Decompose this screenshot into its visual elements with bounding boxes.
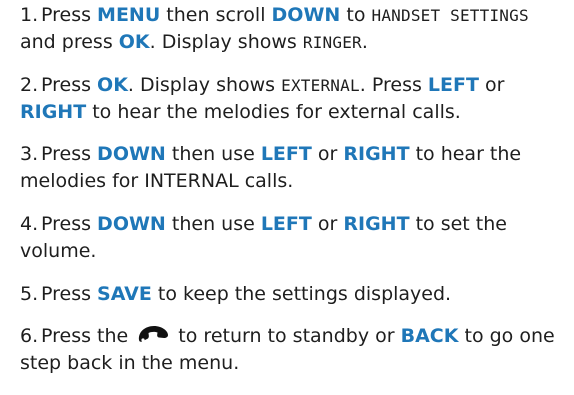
key-right: RIGHT xyxy=(343,213,410,235)
step-number: 2. xyxy=(20,74,39,96)
step-text-fragment: to hear the melodies for external calls. xyxy=(86,101,461,123)
step-6: 6. Press the to return to standby or BAC… xyxy=(20,323,568,377)
step-text-fragment: Press xyxy=(41,283,98,305)
step-text: Press DOWN then use LEFT or RIGHT to hea… xyxy=(20,143,521,192)
step-number: 1. xyxy=(20,4,39,26)
instruction-list: 1. Press MENU then scroll DOWN to HANDSE… xyxy=(0,0,574,395)
key-menu: MENU xyxy=(97,4,161,26)
step-text-fragment: . Press xyxy=(359,74,428,96)
key-ok: OK xyxy=(97,74,128,96)
step-number: 4. xyxy=(20,213,39,235)
step-2: 2. Press OK. Display shows EXTERNAL. Pre… xyxy=(20,72,568,126)
step-text-fragment: Press xyxy=(41,74,98,96)
key-save: SAVE xyxy=(97,283,152,305)
step-number: 3. xyxy=(20,143,39,165)
display-text-external: EXTERNAL xyxy=(281,76,360,95)
step-text-fragment: Press xyxy=(41,143,98,165)
step-4: 4. Press DOWN then use LEFT or RIGHT to … xyxy=(20,211,568,265)
step-text-fragment: . Display shows xyxy=(149,31,303,53)
step-number: 5. xyxy=(20,283,39,305)
step-text-fragment: to xyxy=(340,4,372,26)
step-3: 3. Press DOWN then use LEFT or RIGHT to … xyxy=(20,141,568,195)
step-text-fragment: or xyxy=(311,213,344,235)
key-right: RIGHT xyxy=(343,143,410,165)
step-text-fragment: then use xyxy=(165,143,261,165)
step-number: 6. xyxy=(20,325,39,347)
key-down: DOWN xyxy=(271,4,341,26)
key-ok: OK xyxy=(118,31,150,53)
step-text: Press OK. Display shows EXTERNAL. Press … xyxy=(20,74,504,123)
step-text-fragment: or xyxy=(311,143,344,165)
step-text: Press the to return to standby or BACK t… xyxy=(20,325,555,374)
step-text: Press SAVE to keep the settings displaye… xyxy=(41,283,451,305)
step-text-fragment: to keep the settings displayed. xyxy=(151,283,452,305)
step-text: Press MENU then scroll DOWN to HANDSET S… xyxy=(20,4,529,53)
hang-up-phone-icon xyxy=(136,323,170,349)
key-left: LEFT xyxy=(260,213,312,235)
step-text-fragment: Press xyxy=(41,213,98,235)
step-text: Press DOWN then use LEFT or RIGHT to set… xyxy=(20,213,507,262)
step-text-fragment: and press xyxy=(20,31,119,53)
key-down: DOWN xyxy=(97,213,166,235)
display-text-handset-settings: HANDSET SETTINGS xyxy=(371,6,529,25)
key-left: LEFT xyxy=(260,143,312,165)
step-text-fragment: Press xyxy=(41,4,98,26)
step-1: 1. Press MENU then scroll DOWN to HANDSE… xyxy=(20,2,568,56)
step-text-fragment: . Display shows xyxy=(127,74,282,96)
step-text-fragment: Press the xyxy=(41,325,135,347)
display-text-ringer: RINGER xyxy=(302,33,362,52)
step-text-fragment: then use xyxy=(165,213,261,235)
key-back: BACK xyxy=(400,325,459,347)
key-down: DOWN xyxy=(97,143,166,165)
step-text-fragment: then scroll xyxy=(160,4,272,26)
key-right: RIGHT xyxy=(20,101,87,123)
step-text-fragment: to return to standby or xyxy=(172,325,401,347)
key-left: LEFT xyxy=(427,74,479,96)
step-text-fragment: or xyxy=(478,74,505,96)
step-text-fragment: . xyxy=(361,31,368,53)
step-5: 5. Press SAVE to keep the settings displ… xyxy=(20,281,568,308)
